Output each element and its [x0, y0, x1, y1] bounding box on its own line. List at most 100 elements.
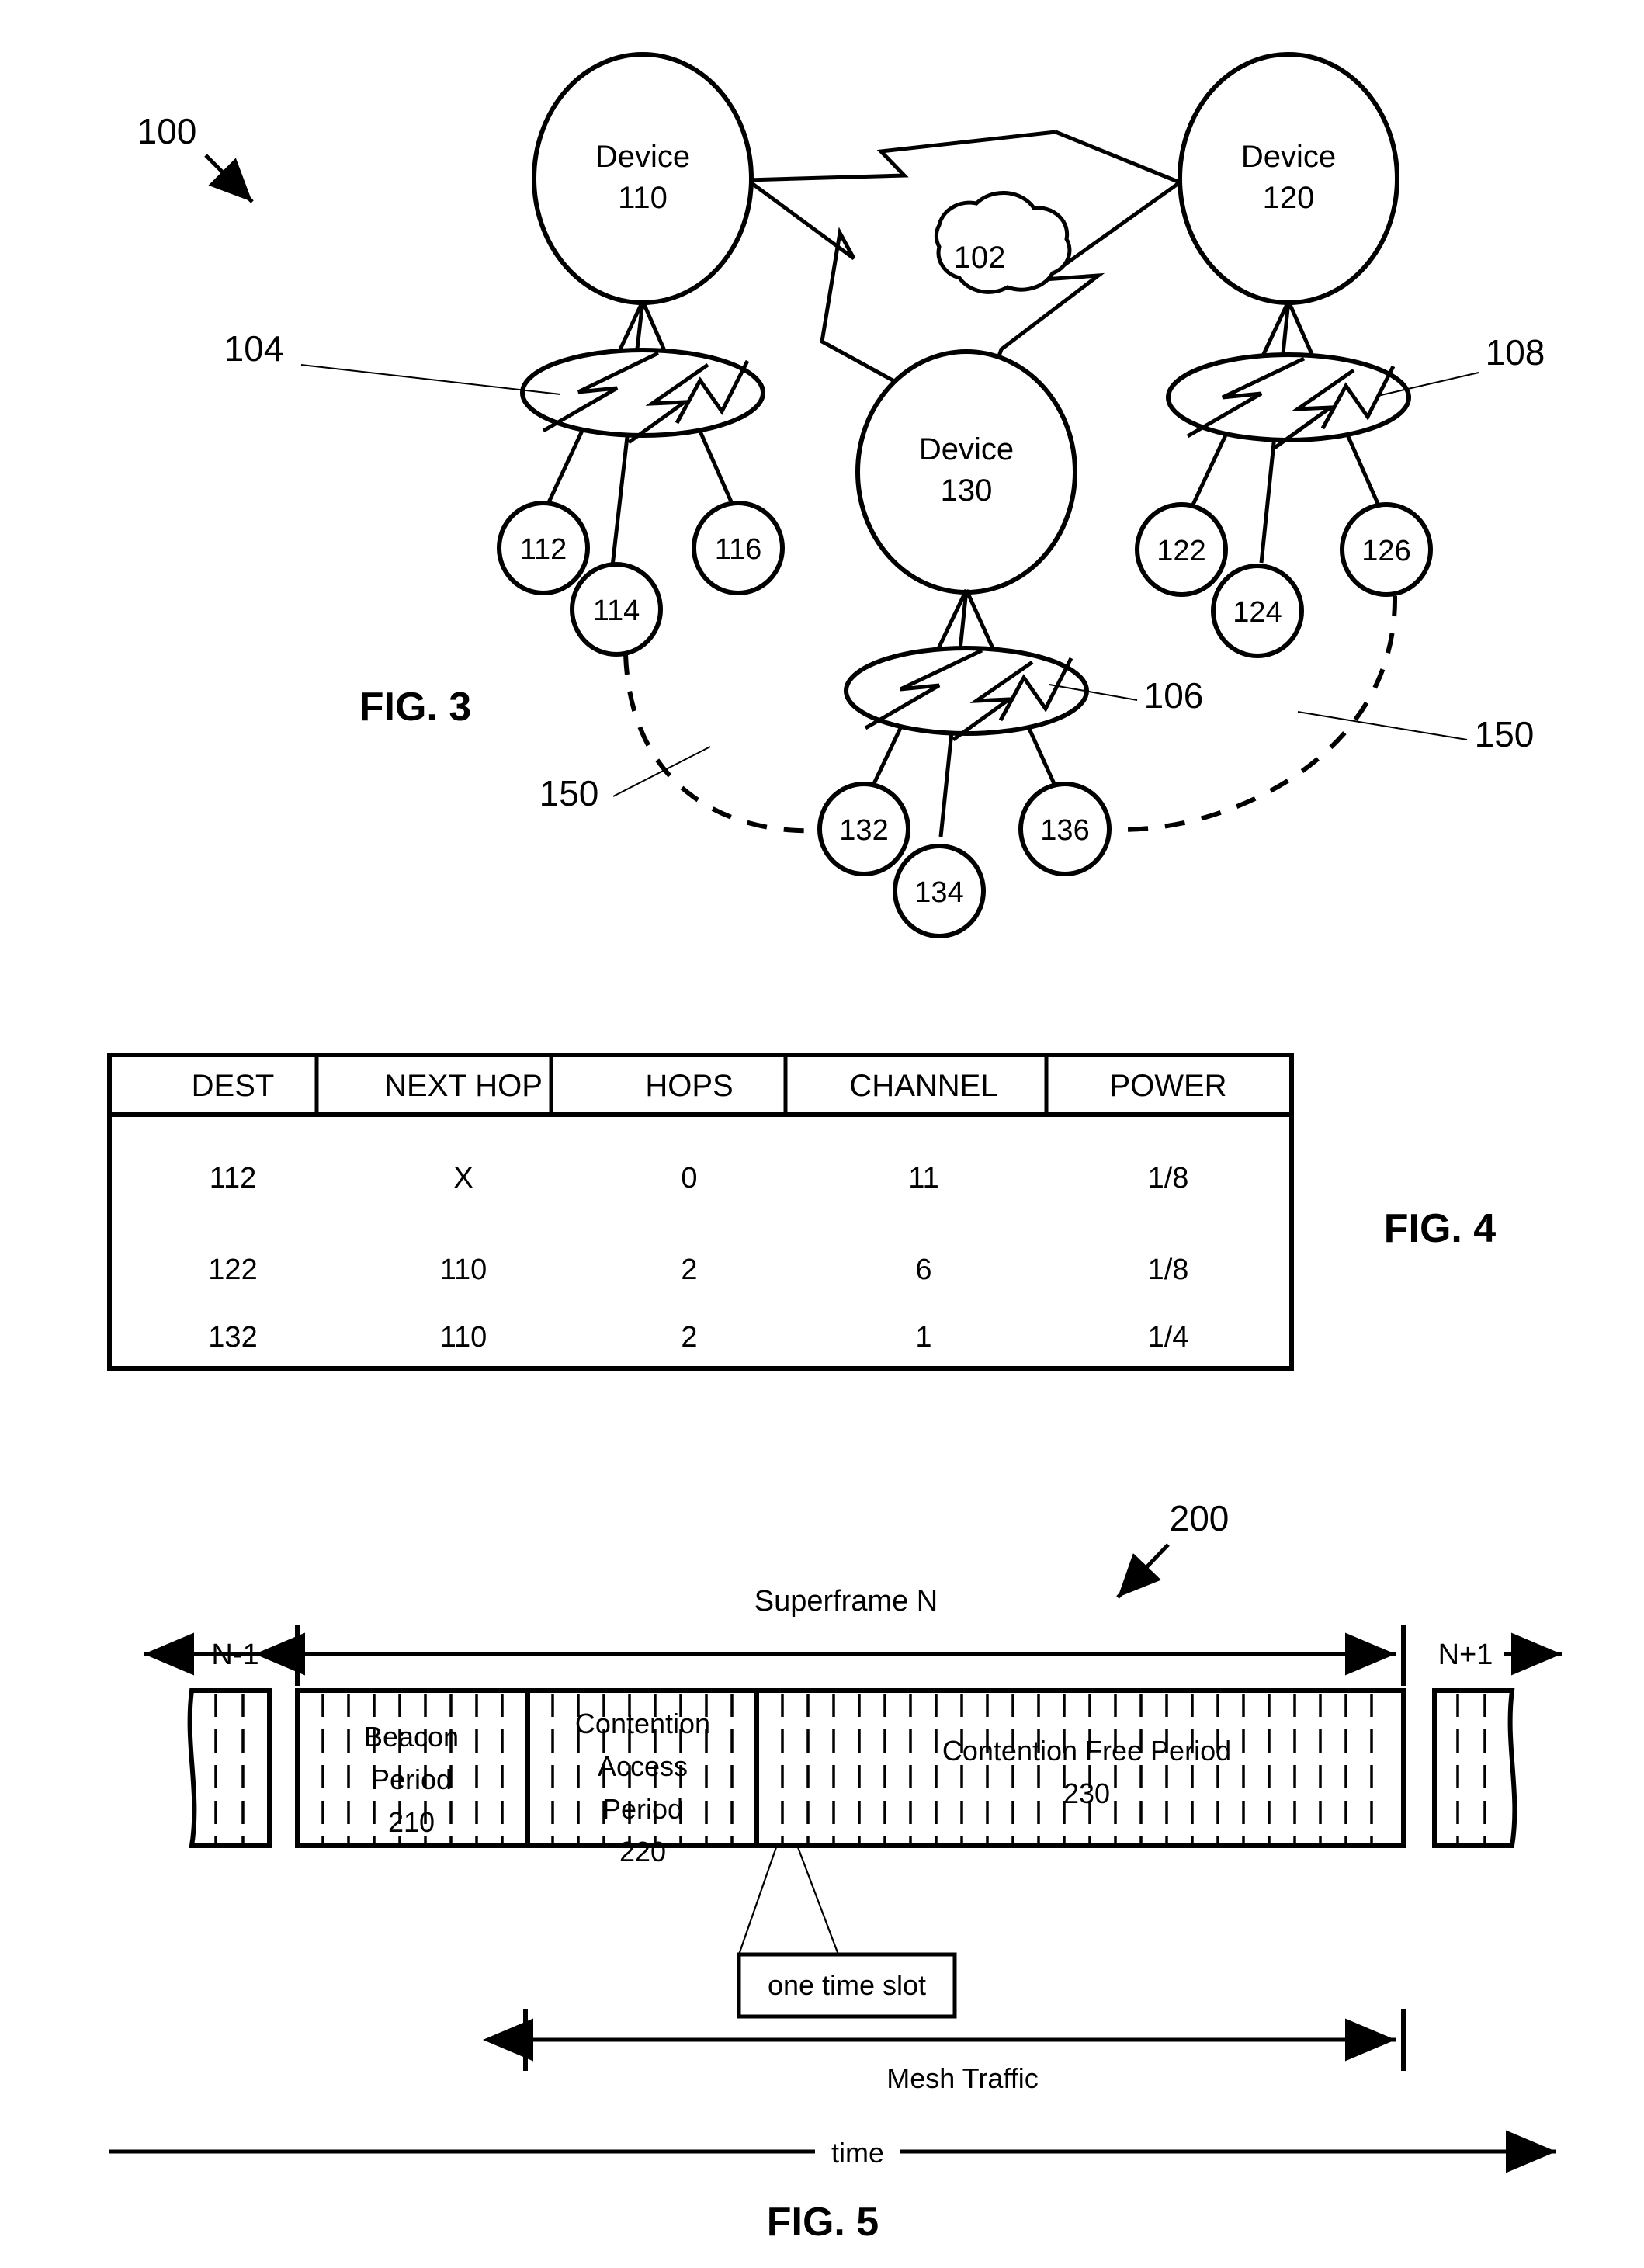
device-130-id: 130 — [941, 473, 993, 508]
contention-free-line1: Contention Free Period — [942, 1735, 1231, 1767]
fig4-col-header-power: POWER — [1109, 1069, 1226, 1103]
fig4-col-header-channel: CHANNEL — [849, 1069, 997, 1103]
prev-frame-stub-shape — [187, 1688, 272, 1848]
node-114-label: 114 — [593, 595, 640, 627]
contention-access-line2: Access — [598, 1750, 688, 1782]
beacon-period-ref: 210 — [388, 1806, 435, 1838]
ref-leader-200 — [1116, 1543, 1170, 1599]
next-frame-stub — [1432, 1688, 1517, 1848]
cluster-106: 106 132 134 136 — [817, 588, 1204, 938]
node-134-label: 134 — [914, 876, 963, 909]
fig4-col-header-hops: HOPS — [645, 1069, 733, 1103]
node-112-label: 112 — [520, 533, 567, 566]
device-110-name: Device — [595, 140, 690, 174]
fig4-group: DEST NEXT HOP HOPS CHANNEL POWER 112 X 0… — [107, 1053, 1497, 1371]
patent-figure-sheet: 100 102 Device 110 Device 120 Device 130… — [0, 0, 1644, 2268]
cluster-106-ellipse — [844, 646, 1089, 736]
node-124-label: 124 — [1233, 596, 1282, 629]
fig4-caption: FIG. 4 — [1384, 1206, 1497, 1251]
callout-label: one time slot — [768, 1969, 926, 2001]
node-116-label: 116 — [715, 533, 762, 566]
node-132-label: 132 — [839, 814, 888, 847]
beacon-period-line2: Period — [371, 1763, 452, 1795]
fig4-cell-r2-c2: 2 — [681, 1321, 697, 1354]
contention-access-line1: Contention — [575, 1708, 710, 1739]
ref-label-106: 106 — [1144, 675, 1204, 716]
device-120: Device 120 — [1178, 52, 1399, 305]
fig5-caption: FIG. 5 — [767, 2200, 879, 2245]
system-ref-100: 100 — [137, 111, 254, 203]
fig4-cell-r0-c1: X — [453, 1162, 473, 1195]
device-130-name: Device — [919, 432, 1014, 466]
next-frame-stub-shape — [1432, 1688, 1517, 1848]
figure-sheet-svg: 100 102 Device 110 Device 120 Device 130… — [107, 52, 1562, 2245]
ref-leader-150-right — [1297, 711, 1468, 740]
fig4-cell-r0-c2: 0 — [681, 1162, 697, 1195]
node-134: 134 — [893, 844, 986, 938]
ref-label-100: 100 — [137, 111, 197, 151]
beacon-period-line1: Beacon — [364, 1721, 459, 1753]
node-136-label: 136 — [1040, 814, 1089, 847]
ref-label-108: 108 — [1486, 332, 1545, 373]
device-130-circle — [855, 349, 1077, 595]
fig3-caption: FIG. 3 — [359, 685, 471, 730]
fig4-cell-r0-c0: 112 — [210, 1162, 257, 1195]
device-110-id: 110 — [618, 181, 668, 215]
superframe-bar-outline — [295, 1688, 1406, 1848]
cluster-108: 108 122 124 126 — [1135, 300, 1545, 658]
node-132: 132 — [817, 782, 910, 876]
device-130: Device 130 — [855, 349, 1077, 595]
node-126: 126 — [1340, 502, 1433, 597]
link-110-120 — [747, 130, 1181, 185]
node-122-label: 122 — [1157, 535, 1205, 567]
device-120-id: 120 — [1263, 181, 1315, 215]
dashed-path-150-left: 150 — [539, 654, 820, 834]
contention-access-ref: 220 — [619, 1836, 666, 1867]
contention-free-ref: 230 — [1063, 1777, 1110, 1809]
fig4-col-header-next-hop: NEXT HOP — [384, 1069, 543, 1103]
time-slot-callout: one time slot — [737, 1847, 957, 2019]
mesh-traffic-label: Mesh Traffic — [886, 2062, 1038, 2094]
prev-frame-stub — [187, 1688, 272, 1848]
fig4-cell-r1-c3: 6 — [915, 1254, 931, 1286]
dashed-curve-left — [623, 654, 820, 834]
fig4-cell-r2-c0: 132 — [208, 1321, 257, 1354]
node-116: 116 — [692, 501, 785, 595]
ref-label-150-right: 150 — [1475, 714, 1535, 754]
time-axis-label: time — [831, 2137, 884, 2169]
node-126-label: 126 — [1361, 535, 1410, 567]
device-110-circle — [532, 52, 754, 305]
callout-leader-left — [737, 1847, 778, 1955]
ref-label-104: 104 — [224, 328, 284, 369]
mesh-traffic-span: Mesh Traffic — [483, 2009, 1406, 2094]
fig4-cell-r1-c4: 1/8 — [1148, 1254, 1189, 1286]
time-axis: time — [109, 2128, 1556, 2173]
node-112: 112 — [497, 501, 590, 595]
fig4-cell-r1-c0: 122 — [208, 1254, 257, 1286]
cloud-102: 102 — [934, 190, 1072, 294]
superframe-bar: Beacon Period 210 Contention Access Peri… — [295, 1688, 1406, 1867]
cluster-104: 104 112 114 116 — [224, 300, 785, 657]
link-line-110-120 — [747, 130, 1056, 182]
superframe-ref-200: 200 — [1116, 1498, 1230, 1599]
fig4-cell-r2-c3: 1 — [915, 1321, 931, 1354]
node-124: 124 — [1211, 564, 1304, 658]
link-line-110-120-b — [1055, 130, 1181, 185]
contention-access-line3: Period — [602, 1793, 683, 1825]
node-136: 136 — [1018, 782, 1112, 876]
ref-label-200: 200 — [1170, 1498, 1230, 1538]
fig4-cell-r2-c4: 1/4 — [1148, 1321, 1189, 1354]
device-120-circle — [1178, 52, 1399, 305]
fig4-cell-r0-c3: 11 — [908, 1162, 938, 1195]
fig4-cell-r0-c4: 1/8 — [1148, 1162, 1189, 1195]
fig5-group: 200 Superframe N N-1 N+1 Beacon Period 2… — [109, 1498, 1562, 2245]
superframe-title: Superframe N — [754, 1585, 938, 1618]
fig4-cell-r1-c1: 110 — [440, 1254, 487, 1286]
ref-leader-104 — [300, 364, 561, 395]
node-122: 122 — [1135, 502, 1228, 597]
device-110: Device 110 — [532, 52, 754, 305]
fig4-cell-r2-c1: 110 — [440, 1321, 487, 1354]
cloud-label-102: 102 — [954, 241, 1006, 275]
device-120-name: Device — [1241, 140, 1336, 174]
next-frame-label: N+1 — [1438, 1639, 1493, 1671]
